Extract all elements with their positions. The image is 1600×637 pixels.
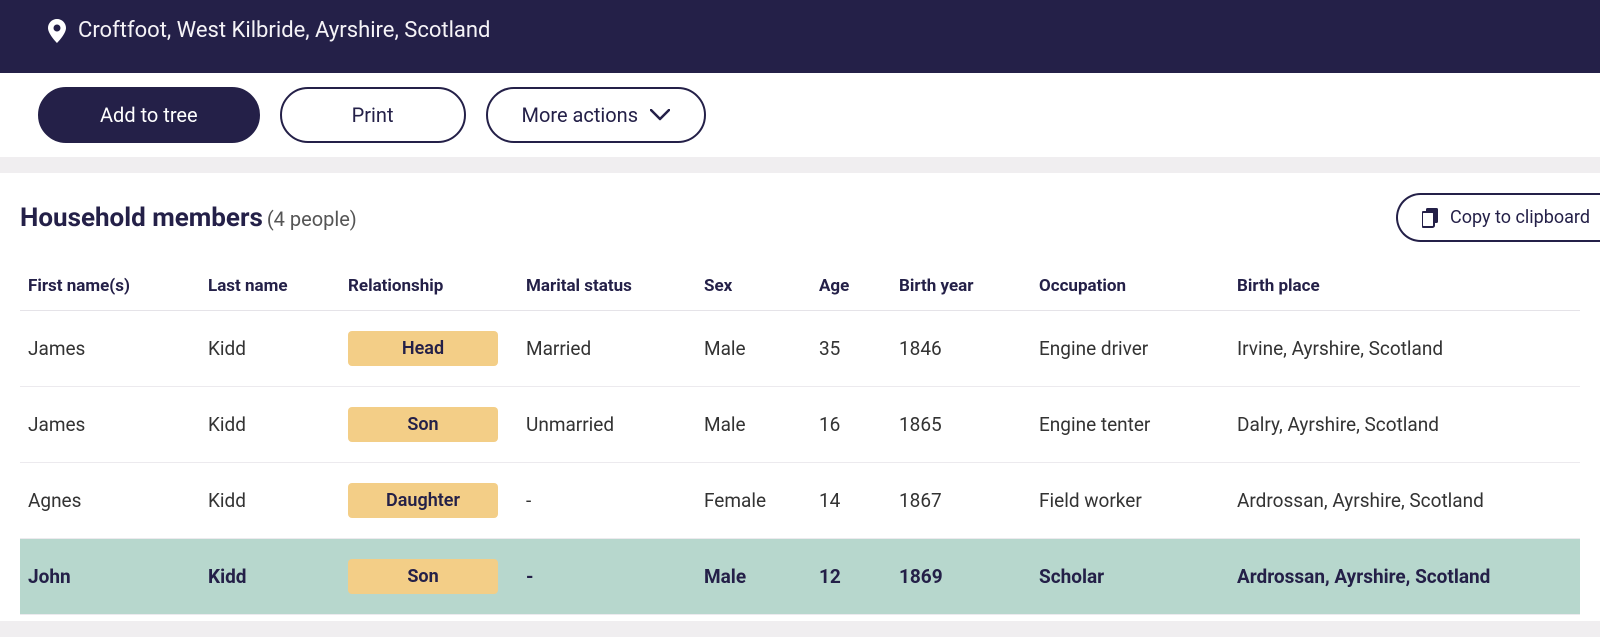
table-row[interactable]: JamesKiddHead MarriedMale351846Engine dri… xyxy=(20,311,1580,387)
relationship-badge: Son xyxy=(348,407,498,442)
cell-age: 16 xyxy=(811,387,891,463)
cell-place: Dalry, Ayrshire, Scotland xyxy=(1229,387,1580,463)
cell-rel: Daughter xyxy=(340,463,518,539)
cell-first: John xyxy=(20,539,200,615)
th-rel: Relationship xyxy=(340,262,518,311)
location-text: Croftfoot, West Kilbride, Ayrshire, Scot… xyxy=(78,18,490,43)
table-header-row: First name(s) Last name Relationship Mar… xyxy=(20,262,1580,311)
cell-last: Kidd xyxy=(200,539,340,615)
cell-age: 14 xyxy=(811,463,891,539)
th-first: First name(s) xyxy=(20,262,200,311)
cell-place: Ardrossan, Ayrshire, Scotland xyxy=(1229,463,1580,539)
household-panel: Household members (4 people) Copy to cli… xyxy=(0,173,1600,621)
th-year: Birth year xyxy=(891,262,1031,311)
cell-rel: Head xyxy=(340,311,518,387)
table-body: JamesKiddHeadMarriedMale351846Engine dri… xyxy=(20,311,1580,615)
more-actions-button[interactable]: More actions xyxy=(486,87,707,143)
panel-count: (4 people) xyxy=(267,207,357,231)
chevron-down-icon xyxy=(650,109,670,121)
th-occ: Occupation xyxy=(1031,262,1229,311)
cell-mar: - xyxy=(518,463,696,539)
cell-last: Kidd xyxy=(200,311,340,387)
cell-year: 1869 xyxy=(891,539,1031,615)
cell-year: 1865 xyxy=(891,387,1031,463)
cell-last: Kidd xyxy=(200,387,340,463)
cell-mar: Married xyxy=(518,311,696,387)
more-actions-label: More actions xyxy=(522,103,639,127)
cell-occ: Field worker xyxy=(1031,463,1229,539)
panel-title-wrap: Household members (4 people) xyxy=(20,203,357,233)
relationship-badge: Son xyxy=(348,559,498,594)
table-row[interactable]: JamesKiddSon UnmarriedMale161865Engine te… xyxy=(20,387,1580,463)
cell-first: Agnes xyxy=(20,463,200,539)
location-pin-icon xyxy=(48,19,66,43)
cell-first: James xyxy=(20,387,200,463)
print-label: Print xyxy=(352,103,394,127)
cell-occ: Scholar xyxy=(1031,539,1229,615)
divider xyxy=(0,621,1600,637)
copy-to-clipboard-button[interactable]: Copy to clipboard xyxy=(1396,193,1600,242)
th-mar: Marital status xyxy=(518,262,696,311)
panel-title: Household members xyxy=(20,203,263,233)
cell-rel: Son xyxy=(340,539,518,615)
th-last: Last name xyxy=(200,262,340,311)
cell-year: 1867 xyxy=(891,463,1031,539)
cell-mar: Unmarried xyxy=(518,387,696,463)
cell-sex: Male xyxy=(696,387,811,463)
th-age: Age xyxy=(811,262,891,311)
cell-mar: - xyxy=(518,539,696,615)
cell-occ: Engine tenter xyxy=(1031,387,1229,463)
th-place: Birth place xyxy=(1229,262,1580,311)
cell-occ: Engine driver xyxy=(1031,311,1229,387)
actions-bar: Add to tree Print More actions xyxy=(0,73,1600,157)
panel-header: Household members (4 people) Copy to cli… xyxy=(20,193,1580,242)
cell-sex: Female xyxy=(696,463,811,539)
print-button[interactable]: Print xyxy=(280,87,466,143)
cell-place: Ardrossan, Ayrshire, Scotland xyxy=(1229,539,1580,615)
copy-label: Copy to clipboard xyxy=(1450,207,1590,228)
divider xyxy=(0,157,1600,173)
cell-first: James xyxy=(20,311,200,387)
household-table: First name(s) Last name Relationship Mar… xyxy=(20,262,1580,615)
cell-age: 35 xyxy=(811,311,891,387)
add-to-tree-label: Add to tree xyxy=(100,103,198,127)
add-to-tree-button[interactable]: Add to tree xyxy=(38,87,260,143)
relationship-badge: Head xyxy=(348,331,498,366)
table-row[interactable]: JohnKiddSon-Male121869ScholarArdrossan, … xyxy=(20,539,1580,615)
cell-rel: Son xyxy=(340,387,518,463)
cell-year: 1846 xyxy=(891,311,1031,387)
record-header: Croftfoot, West Kilbride, Ayrshire, Scot… xyxy=(0,0,1600,73)
cell-age: 12 xyxy=(811,539,891,615)
clipboard-icon xyxy=(1422,208,1440,228)
cell-sex: Male xyxy=(696,311,811,387)
cell-last: Kidd xyxy=(200,463,340,539)
th-sex: Sex xyxy=(696,262,811,311)
cell-sex: Male xyxy=(696,539,811,615)
table-row[interactable]: AgnesKiddDaughter-Female141867Field work… xyxy=(20,463,1580,539)
relationship-badge: Daughter xyxy=(348,483,498,518)
cell-place: Irvine, Ayrshire, Scotland xyxy=(1229,311,1580,387)
